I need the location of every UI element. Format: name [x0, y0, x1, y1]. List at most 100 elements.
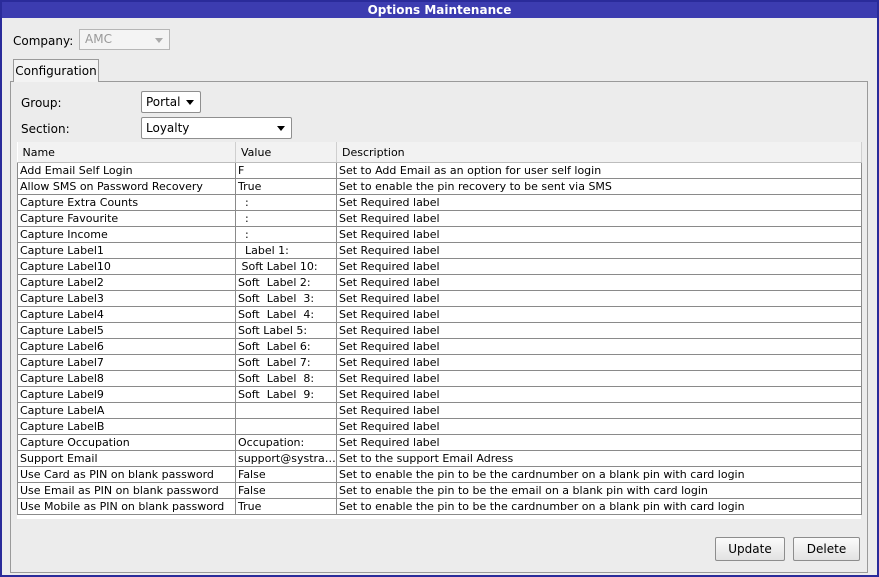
description-cell[interactable]: Set Required label: [336, 370, 862, 387]
description-cell[interactable]: Set Required label: [336, 338, 862, 355]
name-cell[interactable]: Capture Label3: [17, 290, 236, 307]
description-cell[interactable]: Set Required label: [336, 306, 862, 323]
table-row[interactable]: Add Email Self Login F Set to Add Email as…: [17, 162, 862, 179]
description-cell[interactable]: Set Required label: [336, 274, 862, 291]
description-cell[interactable]: Set to the support Email Adress: [336, 450, 862, 467]
table-row[interactable]: Capture Label8 Soft Label 8: Set Required …: [17, 370, 862, 387]
value-cell[interactable]: Soft Label 6:: [235, 338, 337, 355]
section-select[interactable]: Loyalty: [141, 117, 292, 139]
description-cell[interactable]: Set to enable the pin recovery to be sen…: [336, 178, 862, 195]
description-cell[interactable]: Set Required label: [336, 194, 862, 211]
table-row[interactable]: Capture Label2 Soft Label 2: Set Required …: [17, 274, 862, 291]
company-value: AMC: [85, 32, 112, 46]
name-cell[interactable]: Support Email: [17, 450, 236, 467]
table-row[interactable]: Capture Label3 Soft Label 3: Set Required …: [17, 290, 862, 307]
value-cell[interactable]: [235, 402, 337, 419]
options-maintenance-window: Options Maintenance Company: AMC Configu…: [0, 0, 879, 577]
name-cell[interactable]: Use Email as PIN on blank password: [17, 482, 236, 499]
value-cell[interactable]: Soft Label 5:: [235, 322, 337, 339]
table-row[interactable]: Allow SMS on Password Recovery True Set to…: [17, 178, 862, 195]
value-cell[interactable]: :: [235, 210, 337, 227]
description-cell[interactable]: Set Required label: [336, 354, 862, 371]
value-cell[interactable]: False: [235, 466, 337, 483]
column-header-name[interactable]: Name: [17, 142, 236, 163]
delete-button[interactable]: Delete: [793, 537, 860, 561]
table-row[interactable]: Capture Label10 Soft Label 10: Set Requir…: [17, 258, 862, 275]
name-cell[interactable]: Capture Label8: [17, 370, 236, 387]
value-cell[interactable]: :: [235, 194, 337, 211]
description-cell[interactable]: Set Required label: [336, 290, 862, 307]
table-row[interactable]: Capture Label6 Soft Label 6: Set Required …: [17, 338, 862, 355]
table-row[interactable]: Capture Label9 Soft Label 9: Set Required …: [17, 386, 862, 403]
value-cell[interactable]: [235, 418, 337, 435]
table-row[interactable]: Capture LabelB Set Required label: [17, 418, 862, 435]
value-cell[interactable]: Soft Label 10:: [235, 258, 337, 275]
description-cell[interactable]: Set Required label: [336, 402, 862, 419]
table-row[interactable]: Capture Label1 Label 1: Set Required labe…: [17, 242, 862, 259]
table-row[interactable]: Use Email as PIN on blank password False S…: [17, 482, 862, 499]
name-cell[interactable]: Capture Extra Counts: [17, 194, 236, 211]
description-cell[interactable]: Set Required label: [336, 322, 862, 339]
name-cell[interactable]: Add Email Self Login: [17, 162, 236, 179]
value-cell[interactable]: Soft Label 8:: [235, 370, 337, 387]
value-cell[interactable]: Occupation:: [235, 434, 337, 451]
description-cell[interactable]: Set to enable the pin to be the email on…: [336, 482, 862, 499]
name-cell[interactable]: Capture Label5: [17, 322, 236, 339]
value-cell[interactable]: Soft Label 3:: [235, 290, 337, 307]
table-row[interactable]: Use Card as PIN on blank password False Se…: [17, 466, 862, 483]
value-cell[interactable]: True: [235, 498, 337, 515]
column-header-description[interactable]: Description: [336, 142, 862, 163]
name-cell[interactable]: Capture LabelA: [17, 402, 236, 419]
value-cell[interactable]: True: [235, 178, 337, 195]
name-cell[interactable]: Capture Label2: [17, 274, 236, 291]
update-button[interactable]: Update: [715, 537, 785, 561]
company-select[interactable]: AMC: [79, 29, 170, 50]
value-cell[interactable]: Soft Label 4:: [235, 306, 337, 323]
name-cell[interactable]: Allow SMS on Password Recovery: [17, 178, 236, 195]
value-cell[interactable]: Soft Label 9:: [235, 386, 337, 403]
column-header-value[interactable]: Value: [235, 142, 337, 163]
description-cell[interactable]: Set Required label: [336, 418, 862, 435]
table-row[interactable]: Capture Income : Set Required label: [17, 226, 862, 243]
description-cell[interactable]: Set Required label: [336, 434, 862, 451]
description-cell[interactable]: Set to enable the pin to be the cardnumb…: [336, 466, 862, 483]
group-select[interactable]: Portal: [141, 91, 201, 113]
table-row[interactable]: Support Email support@systraq... Set to th…: [17, 450, 862, 467]
name-cell[interactable]: Capture Label1: [17, 242, 236, 259]
description-cell[interactable]: Set Required label: [336, 210, 862, 227]
value-cell[interactable]: :: [235, 226, 337, 243]
tab-configuration[interactable]: Configuration: [13, 59, 99, 82]
table-row[interactable]: Capture Favourite : Set Required label: [17, 210, 862, 227]
value-cell[interactable]: False: [235, 482, 337, 499]
name-cell[interactable]: Use Card as PIN on blank password: [17, 466, 236, 483]
table-row[interactable]: Capture LabelA Set Required label: [17, 402, 862, 419]
value-cell[interactable]: Soft Label 7:: [235, 354, 337, 371]
options-table[interactable]: Name Value Description Add Email Self Lo…: [17, 142, 862, 519]
name-cell[interactable]: Capture Label4: [17, 306, 236, 323]
name-cell[interactable]: Capture Label10: [17, 258, 236, 275]
description-cell[interactable]: Set Required label: [336, 226, 862, 243]
table-row[interactable]: Capture Label5 Soft Label 5: Set Required …: [17, 322, 862, 339]
value-cell[interactable]: Soft Label 2:: [235, 274, 337, 291]
name-cell[interactable]: Capture LabelB: [17, 418, 236, 435]
table-row[interactable]: Capture Occupation Occupation: Set Require…: [17, 434, 862, 451]
description-cell[interactable]: Set to Add Email as an option for user s…: [336, 162, 862, 179]
description-cell[interactable]: Set to enable the pin to be the cardnumb…: [336, 498, 862, 515]
name-cell[interactable]: Capture Income: [17, 226, 236, 243]
description-cell[interactable]: Set Required label: [336, 258, 862, 275]
name-cell[interactable]: Capture Favourite: [17, 210, 236, 227]
name-cell[interactable]: Capture Label7: [17, 354, 236, 371]
description-cell[interactable]: Set Required label: [336, 242, 862, 259]
name-cell[interactable]: Capture Occupation: [17, 434, 236, 451]
table-row[interactable]: Capture Extra Counts : Set Required label: [17, 194, 862, 211]
table-row[interactable]: Capture Label4 Soft Label 4: Set Required …: [17, 306, 862, 323]
value-cell[interactable]: F: [235, 162, 337, 179]
description-cell[interactable]: Set Required label: [336, 386, 862, 403]
value-cell[interactable]: support@systraq...: [235, 450, 337, 467]
table-row[interactable]: Capture Label7 Soft Label 7: Set Required …: [17, 354, 862, 371]
name-cell[interactable]: Capture Label6: [17, 338, 236, 355]
name-cell[interactable]: Capture Label9: [17, 386, 236, 403]
table-row[interactable]: Use Mobile as PIN on blank password True S…: [17, 498, 862, 515]
name-cell[interactable]: Use Mobile as PIN on blank password: [17, 498, 236, 515]
value-cell[interactable]: Label 1:: [235, 242, 337, 259]
